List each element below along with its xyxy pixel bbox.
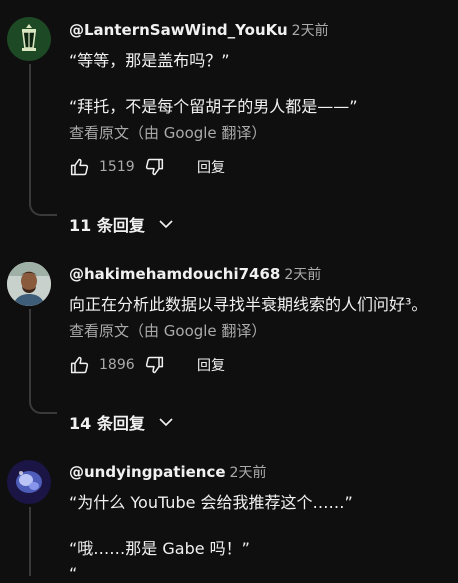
- chevron-down-icon: [159, 220, 173, 229]
- lantern-icon: [7, 17, 51, 61]
- like-count: 1896: [99, 357, 135, 373]
- dislike-icon[interactable]: [143, 354, 165, 376]
- timestamp[interactable]: 2天前: [230, 465, 267, 481]
- comment-actions: 1519 回复: [69, 155, 225, 179]
- view-replies-button[interactable]: 14 条回复: [69, 410, 175, 434]
- avatar[interactable]: [7, 262, 51, 306]
- author-name[interactable]: @undyingpatience: [69, 463, 226, 481]
- thread-line: [29, 309, 31, 398]
- thread-line: [29, 507, 31, 576]
- author-line: @undyingpatience 2天前: [69, 462, 266, 482]
- view-replies-button[interactable]: 11 条回复: [69, 212, 175, 236]
- user-photo-icon: [7, 262, 51, 306]
- thread-curve: [29, 398, 57, 414]
- chevron-down-icon: [159, 418, 173, 427]
- thread-curve: [29, 200, 57, 216]
- replies-label: 14 条回复: [69, 414, 145, 433]
- replies-label: 11 条回复: [69, 216, 145, 235]
- comment-actions: 1896 回复: [69, 353, 225, 377]
- avatar[interactable]: [7, 460, 51, 504]
- reply-button[interactable]: 回复: [197, 157, 225, 177]
- comment-text: 向正在分析此数据以寻找半衰期线索的人们问好³。: [69, 295, 428, 314]
- avatar[interactable]: [7, 17, 51, 61]
- see-original-link[interactable]: 查看原文（由 Google 翻译）: [69, 320, 266, 341]
- like-count: 1519: [99, 159, 135, 175]
- comment-text: “哦……那是 Gabe 吗！”: [69, 539, 250, 558]
- comment-text: “为什么 YouTube 会给我推荐这个……”: [69, 493, 353, 512]
- author-line: @LanternSawWind_YouKu 2天前: [69, 20, 329, 40]
- author-name[interactable]: @hakimehamdouchi7468: [69, 265, 280, 283]
- comment-text: “拜托，不是每个留胡子的男人都是——”: [69, 97, 358, 116]
- like-icon[interactable]: [69, 156, 91, 178]
- author-line: @hakimehamdouchi7468 2天前: [69, 264, 321, 284]
- timestamp[interactable]: 2天前: [292, 23, 329, 39]
- comment-text: “: [69, 564, 78, 583]
- comment-text: “等等，那是盖布吗？”: [69, 51, 230, 70]
- dislike-icon[interactable]: [143, 156, 165, 178]
- see-original-link[interactable]: 查看原文（由 Google 翻译）: [69, 122, 266, 143]
- reply-button[interactable]: 回复: [197, 355, 225, 375]
- thread-line: [29, 64, 31, 200]
- abstract-avatar-icon: [7, 460, 51, 504]
- author-name[interactable]: @LanternSawWind_YouKu: [69, 21, 288, 39]
- timestamp[interactable]: 2天前: [284, 267, 321, 283]
- like-icon[interactable]: [69, 354, 91, 376]
